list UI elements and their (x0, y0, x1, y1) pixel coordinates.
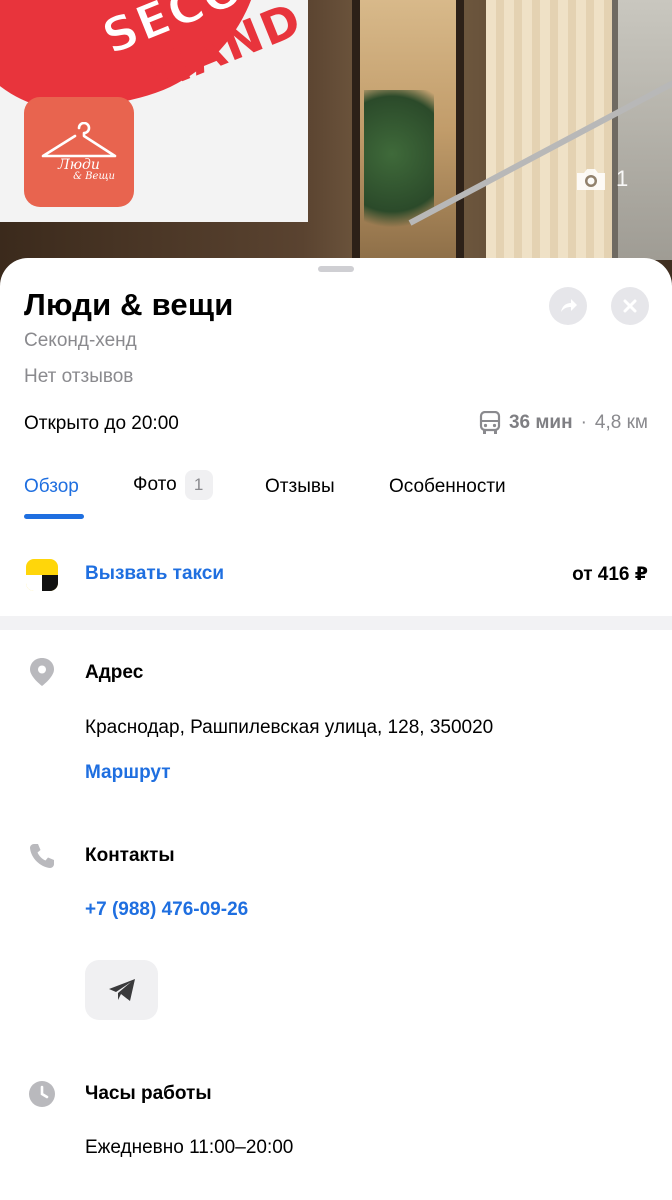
section-divider (0, 616, 672, 630)
clock-icon (29, 1081, 55, 1107)
photo-counter[interactable]: 1 (574, 164, 628, 194)
banner-text: SECOND HAND (94, 0, 337, 109)
address-title: Адрес (85, 662, 144, 683)
contacts-title: Контакты (85, 845, 175, 866)
transit-separator: · (580, 412, 587, 433)
transit-info[interactable]: 36 мин · 4,8 км (479, 411, 648, 435)
camera-icon (577, 169, 605, 190)
place-title: Люди & вещи (24, 287, 234, 322)
photo-count: 1 (616, 166, 629, 191)
location-pin-icon (30, 658, 54, 686)
close-button[interactable] (611, 287, 649, 325)
taxi-row[interactable]: Вызвать такси от 416 ₽ (0, 556, 672, 596)
tab-photos[interactable]: Фото 1 (133, 470, 213, 500)
place-photo[interactable]: SECOND HAND Люди & Вещи 1 (0, 0, 672, 290)
tab-features-label: Особенности (389, 476, 506, 497)
telegram-icon (108, 979, 135, 1001)
place-card: Люди & вещи Секонд-хенд Нет отзывов Откр… (0, 258, 672, 1200)
tab-reviews[interactable]: Отзывы (265, 476, 335, 498)
telegram-button[interactable] (85, 960, 158, 1020)
tab-overview[interactable]: Обзор (24, 476, 79, 498)
logo-name: Люди (58, 157, 100, 173)
store-wall (612, 0, 672, 260)
phone-link[interactable]: +7 (988) 476-09-26 (85, 899, 248, 921)
call-taxi-link[interactable]: Вызвать такси (85, 563, 224, 585)
tab-reviews-label: Отзывы (265, 476, 335, 497)
hours-title: Часы работы (85, 1083, 212, 1104)
address-value[interactable]: Краснодар, Рашпилевская улица, 128, 3500… (85, 717, 493, 739)
place-logo: Люди & Вещи (24, 97, 134, 207)
transit-time: 36 мин (508, 412, 573, 433)
place-category: Секонд-хенд (24, 330, 137, 351)
taxi-price: от 416 ₽ (572, 564, 648, 585)
plants (364, 90, 434, 250)
reviews-summary[interactable]: Нет отзывов (24, 366, 133, 388)
share-icon (561, 299, 577, 312)
tab-overview-label: Обзор (24, 476, 79, 497)
share-button[interactable] (549, 287, 587, 325)
place-card-screen: SECOND HAND Люди & Вещи 1 (0, 0, 672, 1200)
tab-photos-label: Фото (133, 474, 177, 495)
close-icon (623, 299, 637, 313)
route-link[interactable]: Маршрут (85, 762, 171, 784)
tab-features[interactable]: Особенности (389, 476, 506, 498)
tab-bar: Обзор Фото 1 Отзывы Особенности (0, 470, 672, 526)
logo-subtitle: & Вещи (73, 171, 115, 182)
transit-distance: 4,8 км (594, 412, 648, 433)
open-status[interactable]: Открыто до 20:00 (24, 413, 179, 435)
phone-icon (30, 844, 54, 868)
yandex-taxi-icon (26, 559, 58, 591)
hours-value[interactable]: Ежедневно 11:00–20:00 (85, 1137, 293, 1159)
active-tab-indicator (24, 514, 84, 519)
bus-icon (479, 411, 501, 434)
hanger-icon (41, 122, 117, 158)
photos-count-badge: 1 (184, 470, 213, 500)
sheet-grabber[interactable] (318, 266, 354, 272)
